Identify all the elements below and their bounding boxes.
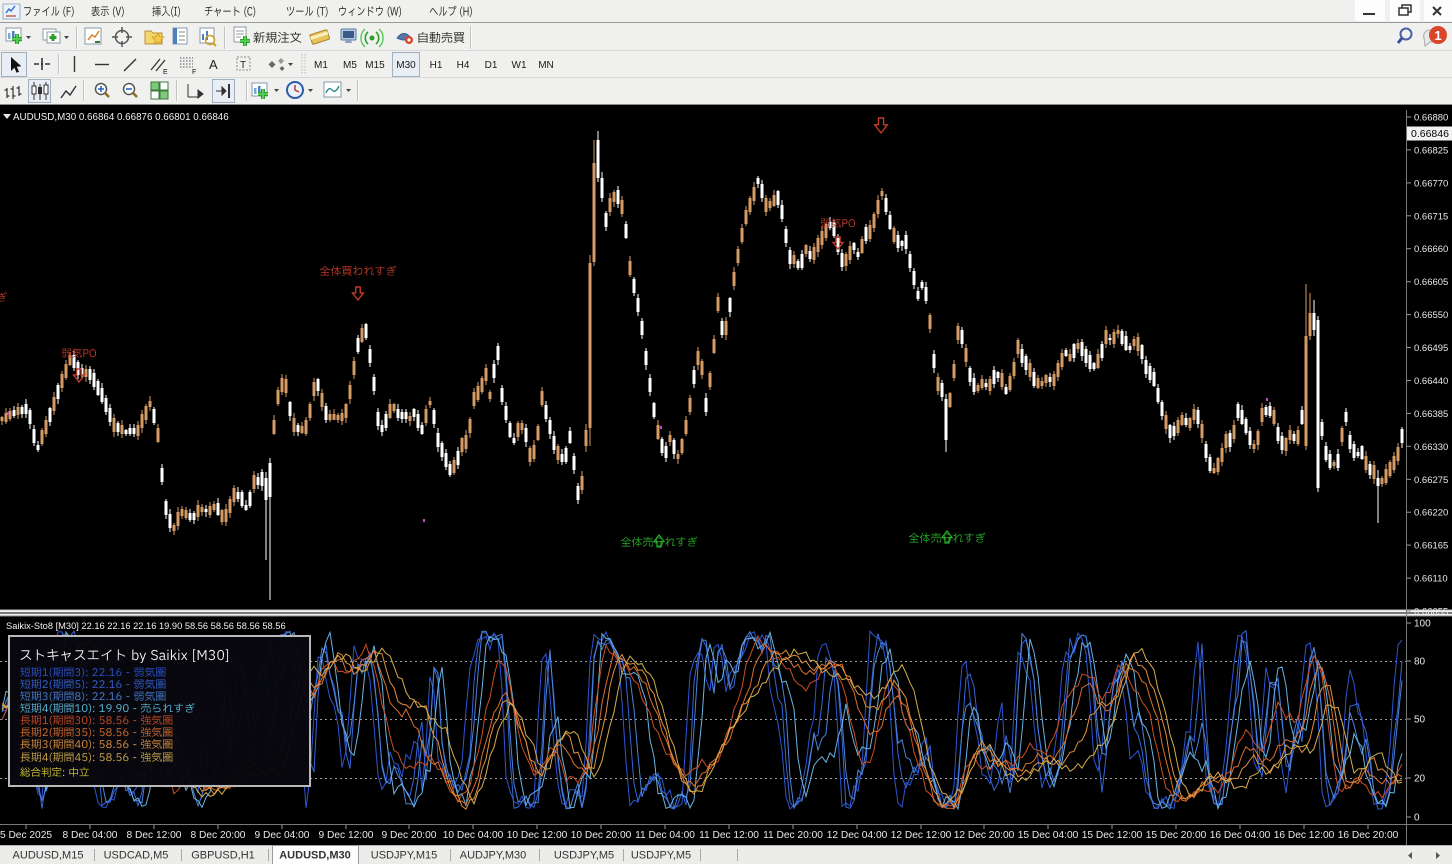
svg-text:100: 100 [1414, 619, 1431, 630]
svg-text:9 Dec 04:00: 9 Dec 04:00 [255, 830, 310, 841]
svg-text:0.66385: 0.66385 [1414, 409, 1448, 420]
svg-text:MN: MN [538, 60, 554, 71]
svg-text:0.66110: 0.66110 [1414, 574, 1448, 585]
svg-text:F: F [192, 69, 196, 76]
svg-text:11 Dec 20:00: 11 Dec 20:00 [763, 830, 823, 841]
svg-text:M1: M1 [314, 60, 328, 71]
svg-text:0.66605: 0.66605 [1414, 277, 1448, 288]
svg-text:80: 80 [1414, 657, 1426, 668]
svg-text:USDCAD,M5: USDCAD,M5 [104, 850, 169, 862]
svg-text:D1: D1 [485, 60, 498, 71]
svg-text:AUDUSD,M30 0.66864 0.66876 0.: AUDUSD,M30 0.66864 0.66876 0.66801 0.668… [13, 112, 229, 123]
svg-text:AUDUSD,M15: AUDUSD,M15 [13, 850, 84, 862]
svg-text:10 Dec 04:00: 10 Dec 04:00 [443, 830, 504, 841]
svg-text:0.66825: 0.66825 [1414, 145, 1448, 156]
svg-text:0.66660: 0.66660 [1414, 244, 1448, 255]
svg-text:15 Dec 04:00: 15 Dec 04:00 [1018, 830, 1079, 841]
svg-text:M30: M30 [396, 60, 416, 71]
svg-text:M5: M5 [343, 60, 357, 71]
svg-text:0.66275: 0.66275 [1414, 475, 1448, 486]
svg-text:W1: W1 [512, 60, 527, 71]
svg-text:0.66055: 0.66055 [1414, 607, 1448, 618]
svg-text:10 Dec 12:00: 10 Dec 12:00 [507, 830, 568, 841]
svg-text:H1: H1 [430, 60, 443, 71]
svg-text:8 Dec 04:00: 8 Dec 04:00 [63, 830, 118, 841]
svg-text:15 Dec 12:00: 15 Dec 12:00 [1082, 830, 1143, 841]
svg-text:9 Dec 20:00: 9 Dec 20:00 [382, 830, 437, 841]
svg-text:0: 0 [1414, 813, 1420, 824]
svg-text:AUDJPY,M30: AUDJPY,M30 [460, 850, 526, 862]
svg-text:10 Dec 20:00: 10 Dec 20:00 [571, 830, 632, 841]
svg-text:Saikix-Sto8 [M30] 22.16 22.16: Saikix-Sto8 [M30] 22.16 22.16 22.16 19.9… [6, 621, 286, 631]
svg-text:A: A [209, 57, 218, 72]
svg-text:16 Dec 04:00: 16 Dec 04:00 [1210, 830, 1271, 841]
svg-text:AUDUSD,M30: AUDUSD,M30 [279, 850, 351, 862]
svg-text:12 Dec 04:00: 12 Dec 04:00 [827, 830, 888, 841]
svg-text:9 Dec 12:00: 9 Dec 12:00 [319, 830, 374, 841]
svg-text:USDJPY,M5: USDJPY,M5 [631, 850, 691, 862]
svg-text:5 Dec 2025: 5 Dec 2025 [0, 830, 52, 841]
svg-text:0.66440: 0.66440 [1414, 376, 1448, 387]
svg-text:USDJPY,M5: USDJPY,M5 [554, 850, 614, 862]
svg-text:50: 50 [1414, 715, 1426, 726]
svg-text:16 Dec 20:00: 16 Dec 20:00 [1338, 830, 1399, 841]
svg-text:0.66330: 0.66330 [1414, 442, 1448, 453]
svg-text:0.66495: 0.66495 [1414, 343, 1448, 354]
svg-text:M15: M15 [365, 60, 385, 71]
svg-text:15 Dec 20:00: 15 Dec 20:00 [1146, 830, 1207, 841]
svg-text:12 Dec 12:00: 12 Dec 12:00 [891, 830, 952, 841]
svg-text:GBPUSD,H1: GBPUSD,H1 [191, 850, 255, 862]
svg-text:0.66165: 0.66165 [1414, 541, 1448, 552]
svg-text:0.66550: 0.66550 [1414, 310, 1448, 321]
svg-text:E: E [163, 69, 168, 76]
svg-text:20: 20 [1414, 774, 1426, 785]
svg-text:0.66770: 0.66770 [1414, 178, 1448, 189]
svg-text:1: 1 [1434, 28, 1441, 43]
svg-text:8 Dec 12:00: 8 Dec 12:00 [127, 830, 182, 841]
svg-text:16 Dec 12:00: 16 Dec 12:00 [1274, 830, 1335, 841]
svg-text:12 Dec 20:00: 12 Dec 20:00 [954, 830, 1015, 841]
svg-text:0.66880: 0.66880 [1414, 113, 1448, 124]
svg-text:USDJPY,M15: USDJPY,M15 [371, 850, 437, 862]
svg-text:0.66220: 0.66220 [1414, 508, 1448, 519]
svg-text:0.66715: 0.66715 [1414, 211, 1448, 222]
svg-text:T: T [240, 60, 246, 71]
svg-text:0.66846: 0.66846 [1411, 128, 1449, 140]
svg-text:11 Dec 04:00: 11 Dec 04:00 [635, 830, 695, 841]
svg-text:8 Dec 20:00: 8 Dec 20:00 [191, 830, 246, 841]
svg-text:11 Dec 12:00: 11 Dec 12:00 [699, 830, 759, 841]
svg-text:H4: H4 [457, 60, 470, 71]
